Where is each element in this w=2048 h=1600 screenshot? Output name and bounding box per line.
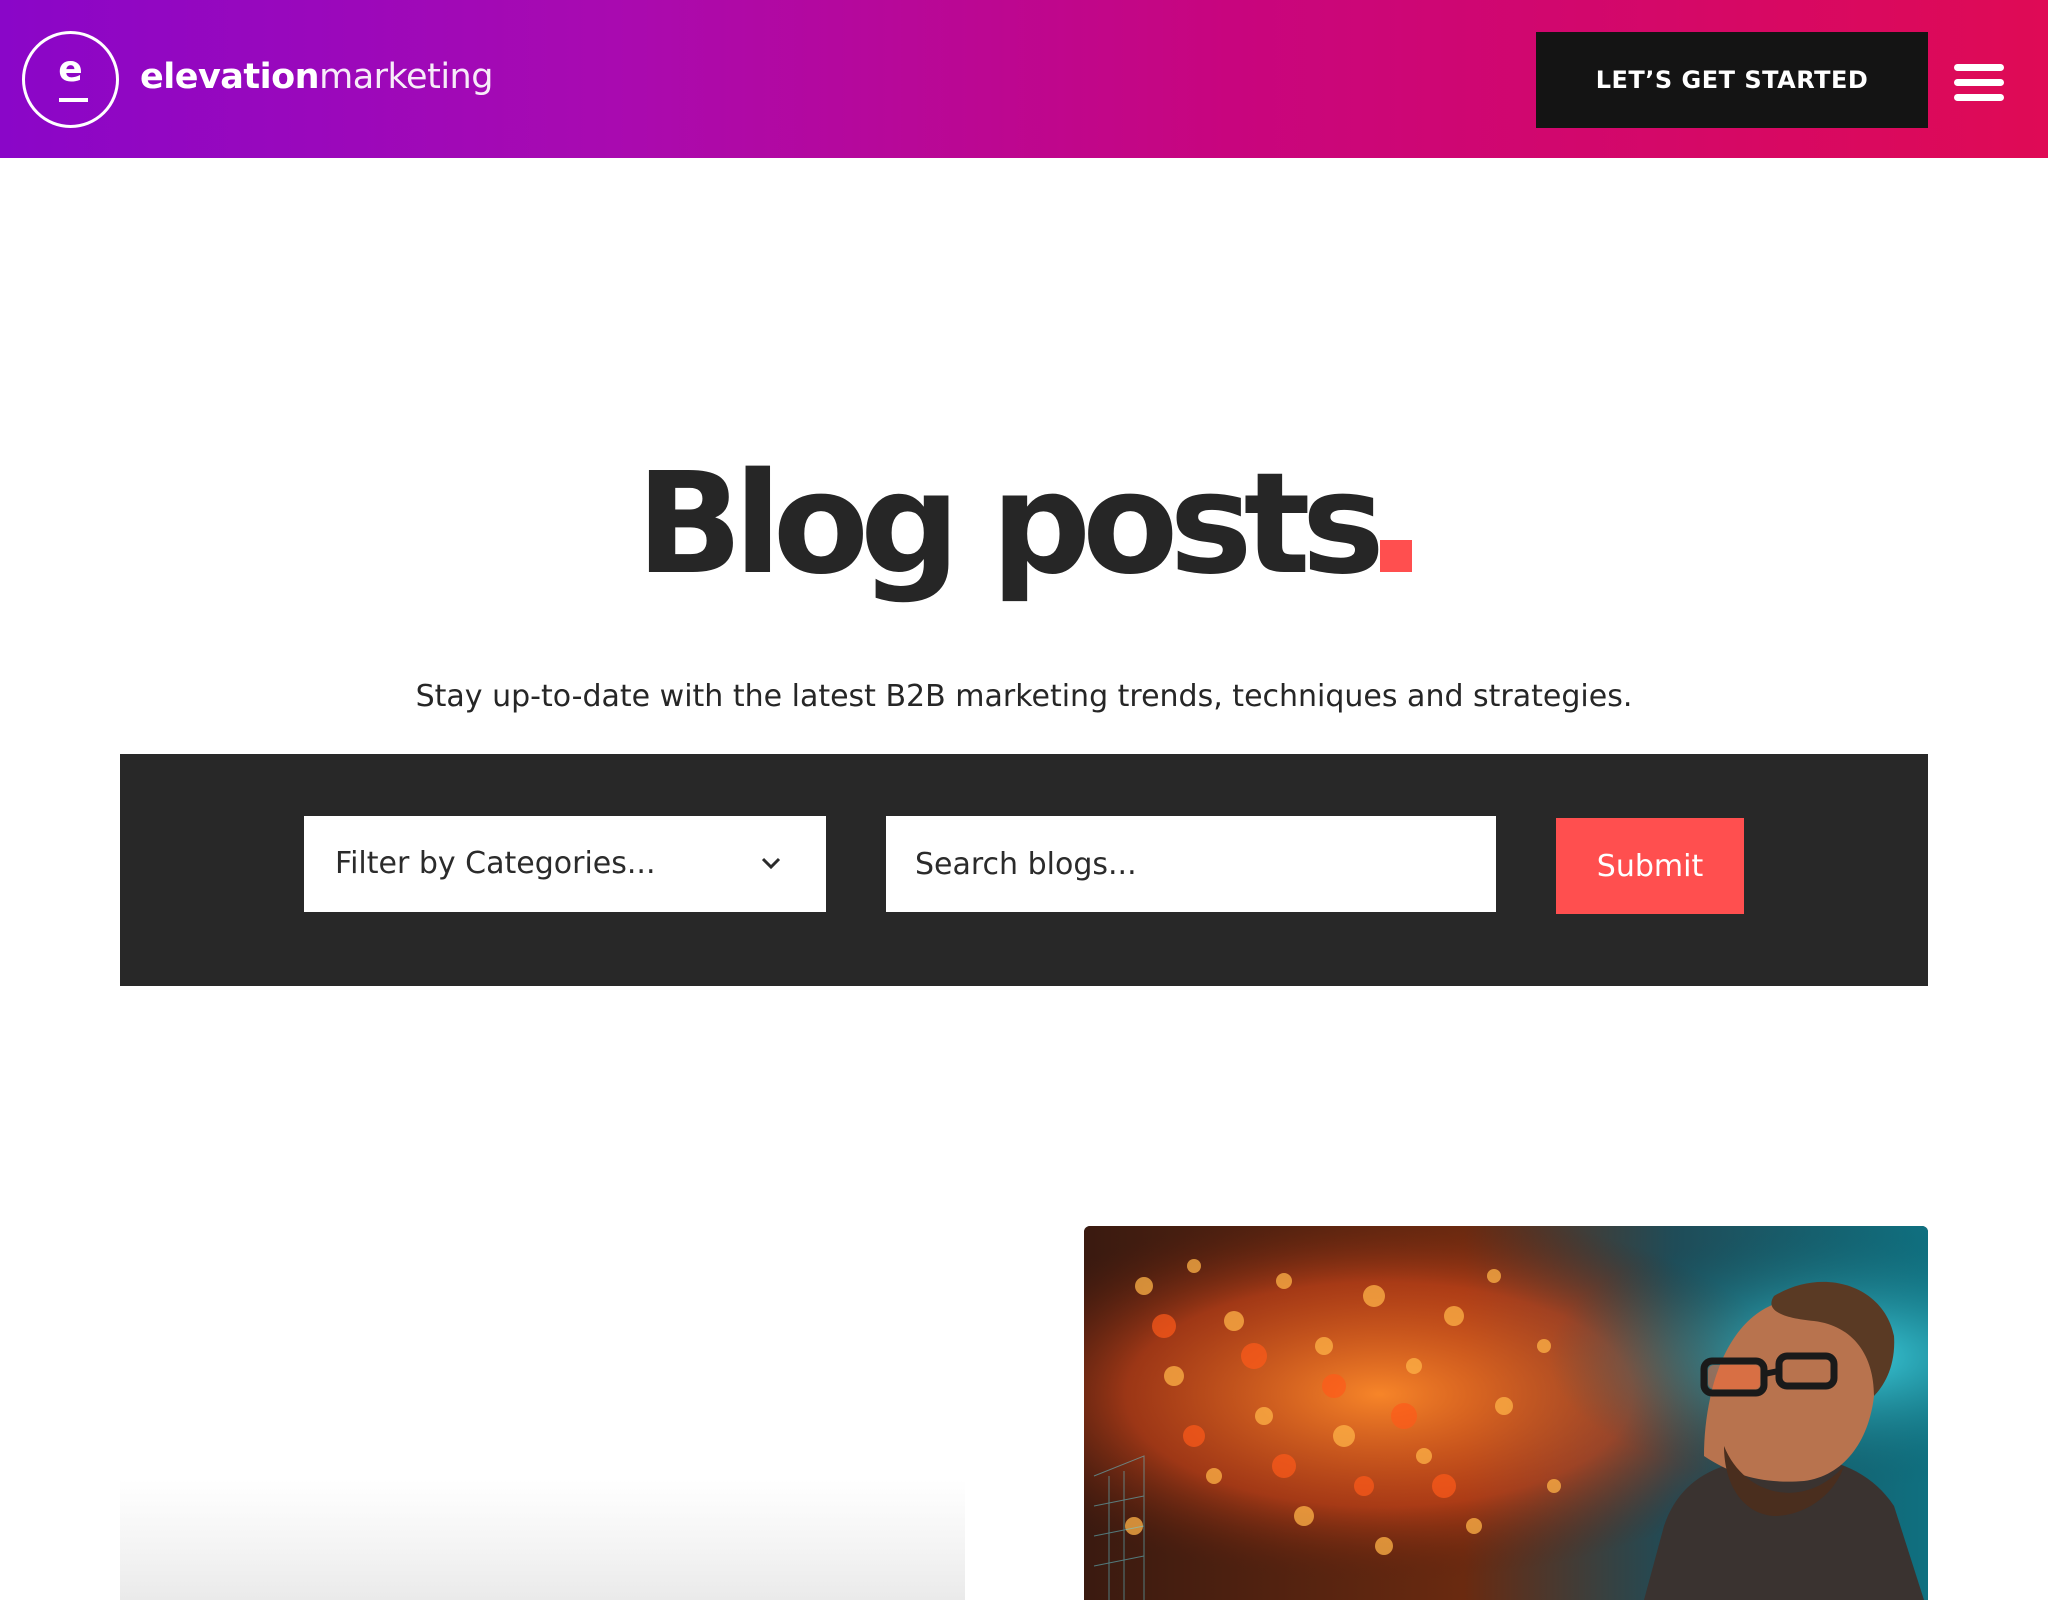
category-filter-select[interactable]: Filter by Categories... [304,816,826,912]
blog-card-image-left[interactable] [120,1480,965,1600]
featured-photo [1084,1226,1928,1600]
logo-letter: e [58,49,83,90]
logo-underline [59,98,88,102]
brand-name-bold: elevation [140,57,320,97]
blog-filter-bar: Filter by Categories... Submit [120,754,1928,986]
page-subtitle: Stay up-to-date with the latest B2B mark… [415,679,1633,714]
logo-icon[interactable]: e [22,31,119,128]
brand-name-light: marketing [319,57,493,97]
chevron-down-icon [761,857,781,870]
category-filter-value: Filter by Categories... [335,846,656,881]
hamburger-line [1954,64,2004,71]
site-header: e elevationmarketing LET’S GET STARTED [0,0,2048,158]
hamburger-line [1954,94,2004,101]
title-accent-dot [1379,540,1412,572]
get-started-button[interactable]: LET’S GET STARTED [1536,32,1928,128]
page-title-text: Blog posts [636,443,1385,606]
page-title: Blog posts [0,440,2048,610]
hamburger-line [1954,79,2004,86]
search-input[interactable] [886,816,1496,912]
brand-wordmark[interactable]: elevationmarketing [140,53,493,101]
blog-card-image[interactable] [1084,1226,1928,1600]
hamburger-icon[interactable] [1954,64,2008,102]
submit-button[interactable]: Submit [1556,818,1744,914]
